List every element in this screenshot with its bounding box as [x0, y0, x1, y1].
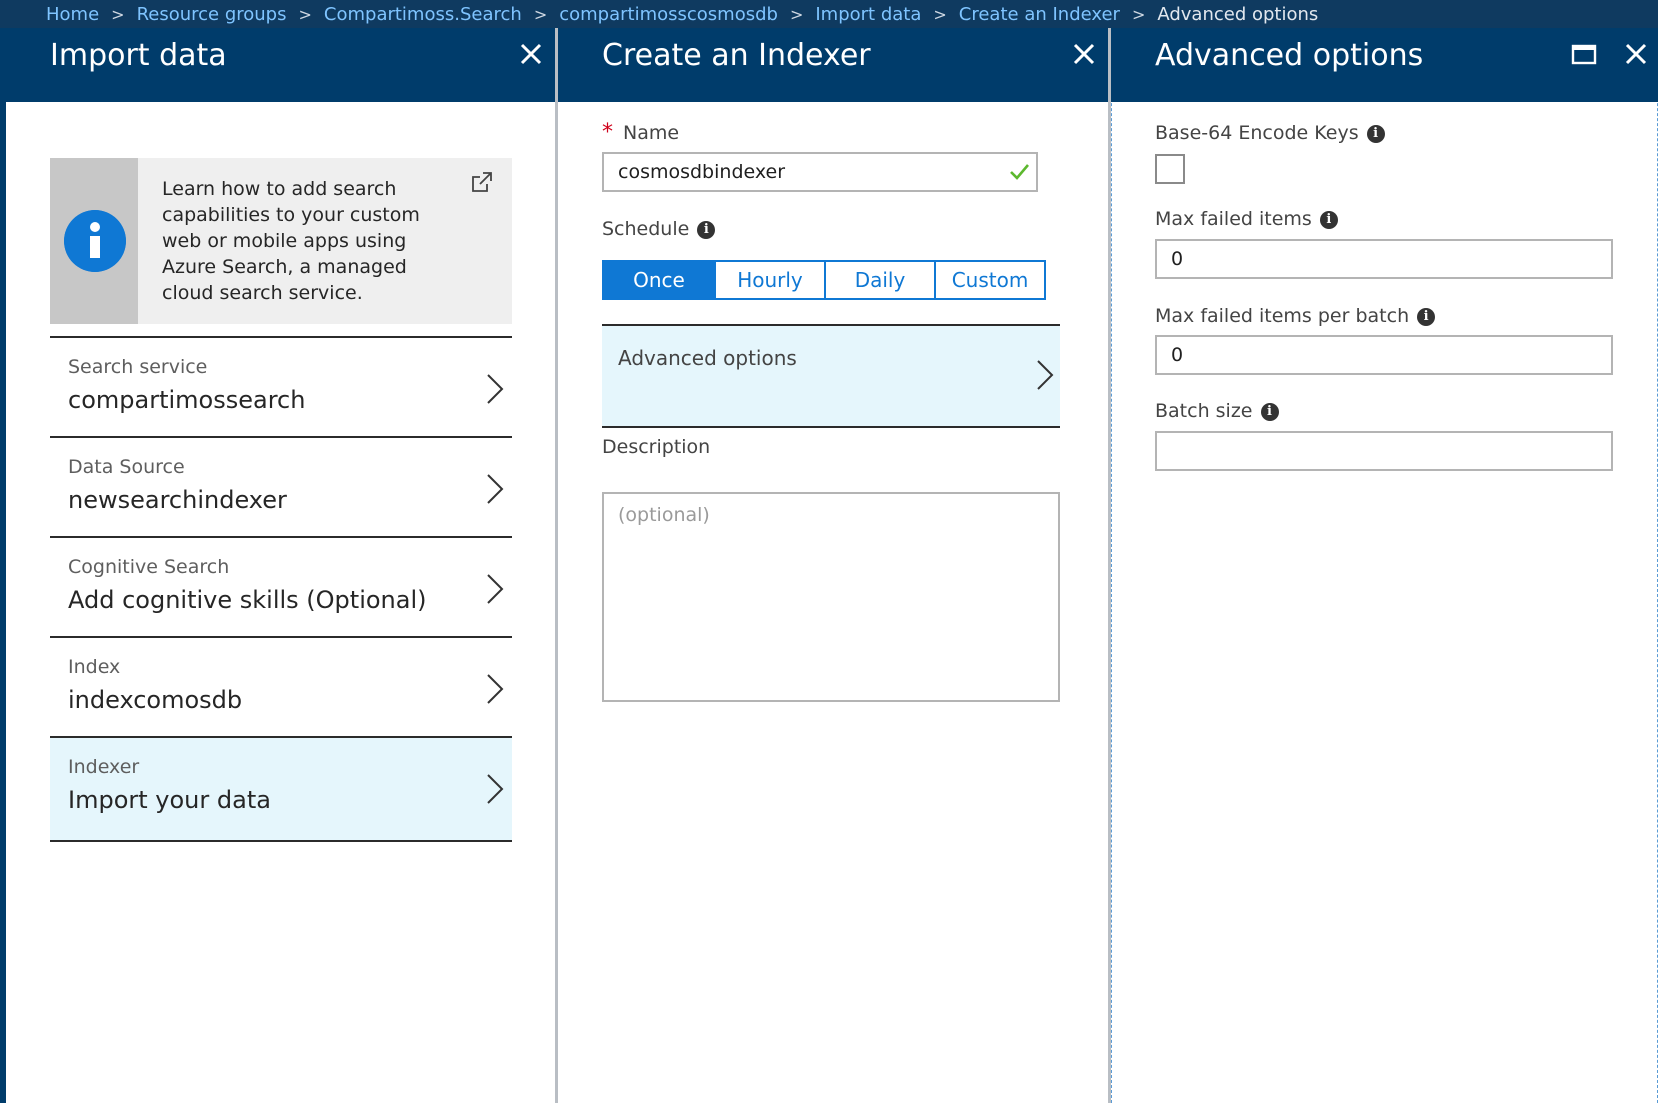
- breadcrumb-create-indexer[interactable]: Create an Indexer: [959, 4, 1120, 25]
- schedule-label: Schedule i: [602, 218, 716, 240]
- breadcrumb-cosmosdb[interactable]: compartimosscosmosdb: [559, 4, 778, 25]
- blade-title: Import data: [50, 38, 227, 73]
- close-icon[interactable]: [1068, 38, 1100, 70]
- nav-item-value: indexcomosdb: [68, 686, 243, 714]
- nav-item-value: compartimossearch: [68, 386, 306, 414]
- info-icon[interactable]: i: [1260, 402, 1279, 421]
- base64-checkbox[interactable]: [1155, 154, 1185, 184]
- advanced-options-blade: Advanced options Base-64 Encode Keys i Ma…: [1111, 28, 1658, 1103]
- schedule-custom-button[interactable]: Custom: [934, 262, 1044, 298]
- name-input[interactable]: [602, 152, 1038, 192]
- blade-title: Create an Indexer: [602, 38, 871, 73]
- description-label: Description: [602, 436, 711, 458]
- nav-item-value: Import your data: [68, 786, 271, 814]
- nav-item-data-source[interactable]: Data Source newsearchindexer: [50, 436, 512, 542]
- description-placeholder: (optional): [618, 504, 710, 526]
- info-icon[interactable]: i: [1366, 124, 1385, 143]
- max-failed-batch-input[interactable]: [1155, 335, 1613, 375]
- batch-size-input[interactable]: [1155, 431, 1613, 471]
- breadcrumb-separator-icon: >: [298, 4, 312, 24]
- nav-item-indexer[interactable]: Indexer Import your data: [50, 736, 512, 842]
- schedule-label-text: Schedule: [602, 218, 690, 240]
- base64-label: Base-64 Encode Keys i: [1155, 122, 1385, 144]
- breadcrumb-separator-icon: >: [933, 4, 947, 24]
- chevron-right-icon: [487, 574, 504, 604]
- close-icon[interactable]: [515, 38, 547, 70]
- breadcrumb-search-service[interactable]: Compartimoss.Search: [324, 4, 522, 25]
- maximize-icon[interactable]: [1568, 38, 1600, 70]
- nav-item-label: Indexer: [68, 756, 140, 778]
- nav-item-cognitive-search[interactable]: Cognitive Search Add cognitive skills (O…: [50, 536, 512, 642]
- schedule-hourly-button[interactable]: Hourly: [714, 262, 824, 298]
- nav-item-search-service[interactable]: Search service compartimossearch: [50, 336, 512, 442]
- info-banner-side: [50, 158, 138, 324]
- breadcrumb-separator-icon: >: [111, 4, 125, 24]
- checkmark-icon: [1010, 164, 1029, 180]
- info-icon[interactable]: i: [1319, 210, 1338, 229]
- breadcrumb-current: Advanced options: [1157, 3, 1319, 25]
- info-icon[interactable]: i: [697, 220, 716, 239]
- blade-title: Advanced options: [1155, 38, 1424, 73]
- name-label: * Name: [602, 120, 679, 145]
- breadcrumb-resource-groups[interactable]: Resource groups: [137, 4, 287, 25]
- breadcrumb-separator-icon: >: [1131, 4, 1146, 24]
- max-failed-label: Max failed items i: [1155, 208, 1338, 230]
- breadcrumb-separator-icon: >: [789, 4, 804, 24]
- schedule-daily-button[interactable]: Daily: [824, 262, 934, 298]
- breadcrumb-home[interactable]: Home: [46, 4, 99, 25]
- breadcrumb-separator-icon: >: [533, 4, 548, 24]
- blade-header: Create an Indexer: [558, 28, 1108, 102]
- nav-item-value: newsearchindexer: [68, 486, 287, 514]
- blade-header: Advanced options: [1111, 28, 1658, 102]
- batch-size-label: Batch size i: [1155, 400, 1279, 422]
- nav-item-index[interactable]: Index indexcomosdb: [50, 636, 512, 742]
- close-icon[interactable]: [1620, 38, 1652, 70]
- advanced-options-label: Advanced options: [618, 346, 797, 370]
- info-icon[interactable]: i: [1417, 307, 1436, 326]
- chevron-right-icon: [487, 674, 504, 704]
- max-failed-batch-label: Max failed items per batch i: [1155, 305, 1436, 327]
- chevron-right-icon: [487, 474, 504, 504]
- external-link-icon[interactable]: [470, 170, 494, 194]
- base64-label-text: Base-64 Encode Keys: [1155, 122, 1359, 144]
- info-banner[interactable]: Learn how to add search capabilities to …: [50, 158, 512, 324]
- chevron-right-icon: [487, 774, 504, 804]
- breadcrumb: Home > Resource groups > Compartimoss.Se…: [0, 0, 1658, 28]
- blade-header: Import data: [6, 28, 555, 102]
- nav-item-label: Cognitive Search: [68, 556, 230, 578]
- breadcrumb-import-data[interactable]: Import data: [815, 4, 921, 25]
- create-indexer-blade: Create an Indexer * Name Schedule i Once H…: [558, 28, 1111, 1103]
- nav-item-label: Data Source: [68, 456, 185, 478]
- nav-item-label: Index: [68, 656, 121, 678]
- chevron-right-icon: [487, 374, 504, 404]
- batch-size-label-text: Batch size: [1155, 400, 1253, 422]
- import-data-blade: Import data Learn how to add search capa…: [0, 28, 558, 1103]
- max-failed-batch-label-text: Max failed items per batch: [1155, 305, 1410, 327]
- max-failed-input[interactable]: [1155, 239, 1613, 279]
- nav-item-label: Search service: [68, 356, 208, 378]
- description-textarea[interactable]: (optional): [602, 492, 1060, 702]
- schedule-once-button[interactable]: Once: [604, 262, 714, 298]
- max-failed-label-text: Max failed items: [1155, 208, 1312, 230]
- info-banner-text: Learn how to add search capabilities to …: [162, 178, 420, 304]
- name-label-text: Name: [623, 122, 680, 144]
- chevron-right-icon: [1037, 360, 1054, 390]
- advanced-options-row[interactable]: Advanced options: [602, 324, 1060, 428]
- blade-edge-left: [1111, 28, 1112, 1103]
- required-marker: *: [602, 120, 613, 145]
- info-icon: [64, 210, 126, 272]
- nav-item-value: Add cognitive skills (Optional): [68, 586, 427, 614]
- schedule-selector: Once Hourly Daily Custom: [602, 260, 1046, 300]
